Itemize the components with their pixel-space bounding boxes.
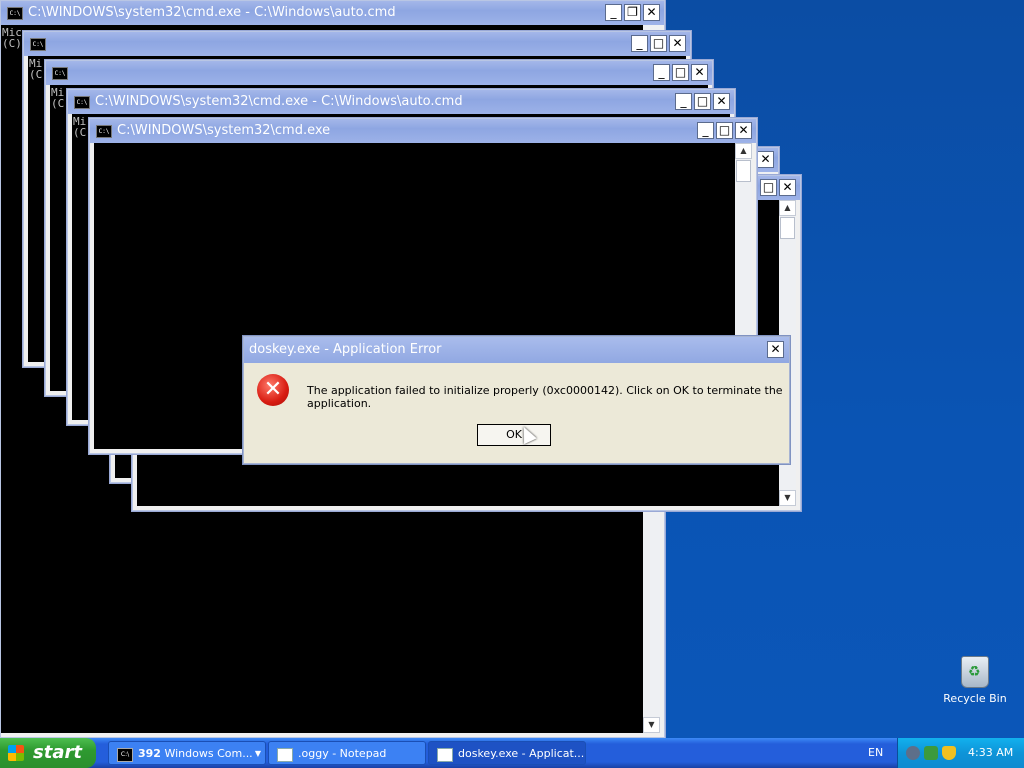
close-button[interactable]: ✕ xyxy=(691,64,708,81)
taskbar-button-cmd-group[interactable]: C:\ 392 Windows Com... ▼ xyxy=(108,741,266,765)
window-title: C:\WINDOWS\system32\cmd.exe - C:\Windows… xyxy=(95,94,463,109)
title-bar[interactable]: C:\ _ □ ✕ xyxy=(24,32,690,56)
close-button[interactable]: ✕ xyxy=(669,35,686,52)
cmd-icon: C:\ xyxy=(74,96,90,109)
cmd-icon: C:\ xyxy=(52,67,68,80)
scroll-down-arrow[interactable]: ▼ xyxy=(643,717,660,733)
taskbar-button-label: doskey.exe - Applicat... xyxy=(458,747,585,760)
console-line: (C xyxy=(51,97,65,110)
notepad-icon xyxy=(277,748,293,762)
taskbar-button-label: Windows Com... xyxy=(164,747,253,760)
window-controls: _ □ ✕ xyxy=(629,35,686,53)
error-icon: ✕ xyxy=(257,374,289,406)
start-button[interactable]: start xyxy=(0,738,96,768)
close-button[interactable]: ✕ xyxy=(713,93,730,110)
cmd-icon: C:\ xyxy=(30,38,46,51)
window-controls: _ □ ✕ xyxy=(651,64,708,82)
close-button[interactable]: ✕ xyxy=(735,122,752,139)
group-arrow-icon: ▼ xyxy=(254,749,261,758)
application-error-dialog[interactable]: doskey.exe - Application Error ✕ ✕ The a… xyxy=(243,336,790,464)
dialog-close-button[interactable]: ✕ xyxy=(767,341,784,358)
window-title: C:\WINDOWS\system32\cmd.exe - C:\Windows… xyxy=(28,5,396,20)
minimize-button[interactable]: _ xyxy=(605,4,622,21)
title-bar[interactable]: C:\ C:\WINDOWS\system32\cmd.exe - C:\Wind… xyxy=(68,90,734,114)
console-text: Mi (C xyxy=(29,58,42,80)
dialog-title-bar[interactable]: doskey.exe - Application Error xyxy=(244,337,789,363)
taskbar-button-label: .oggy - Notepad xyxy=(298,747,387,760)
recycle-bin-icon: ♻ xyxy=(961,656,989,688)
ok-button[interactable]: OK xyxy=(477,424,551,446)
console-text: Mi (C xyxy=(73,116,86,138)
dialog-title: doskey.exe - Application Error xyxy=(249,342,442,357)
scroll-up-arrow[interactable]: ▲ xyxy=(735,143,752,159)
taskbar-button-doskey[interactable]: doskey.exe - Applicat... xyxy=(428,741,586,765)
cmd-icon: C:\ xyxy=(117,748,133,762)
console-text: Mi (C xyxy=(51,87,64,109)
start-label: start xyxy=(33,742,82,763)
recycle-bin[interactable]: ♻ Recycle Bin xyxy=(940,656,1010,705)
window-controls: □ ✕ xyxy=(758,179,796,197)
close-button[interactable]: ✕ xyxy=(757,151,774,168)
volume-icon[interactable] xyxy=(906,746,920,760)
scroll-thumb[interactable] xyxy=(736,160,751,182)
minimize-button[interactable]: _ xyxy=(631,35,648,52)
console-line: (C) xyxy=(2,37,22,50)
maximize-button[interactable]: □ xyxy=(650,35,667,52)
minimize-button[interactable]: _ xyxy=(697,122,714,139)
minimize-button[interactable]: _ xyxy=(675,93,692,110)
security-shield-icon[interactable] xyxy=(942,746,956,760)
window-controls: _ □ ✕ xyxy=(695,122,752,140)
maximize-button[interactable]: □ xyxy=(694,93,711,110)
language-indicator[interactable]: EN xyxy=(868,738,883,768)
maximize-button[interactable]: □ xyxy=(760,179,777,196)
cmd-icon: C:\ xyxy=(96,125,112,138)
window-icon xyxy=(437,748,453,762)
title-bar[interactable]: C:\ _ □ ✕ xyxy=(46,61,712,85)
console-text: Mic (C) xyxy=(2,27,22,49)
scroll-down-arrow[interactable]: ▼ xyxy=(779,490,796,506)
windows-logo-icon xyxy=(8,745,24,761)
window-title: C:\WINDOWS\system32\cmd.exe xyxy=(117,123,331,138)
network-icon[interactable] xyxy=(924,746,938,760)
minimize-button[interactable]: _ xyxy=(653,64,670,81)
window-controls: _ ❐ ✕ xyxy=(603,4,660,22)
taskbar-button-notepad[interactable]: .oggy - Notepad xyxy=(268,741,426,765)
title-bar[interactable]: C:\ C:\WINDOWS\system32\cmd.exe _ □ ✕ xyxy=(90,119,756,143)
window-count: 392 xyxy=(138,747,161,760)
clock[interactable]: 4:33 AM xyxy=(968,738,1013,768)
close-button[interactable]: ✕ xyxy=(779,179,796,196)
close-button[interactable]: ✕ xyxy=(643,4,660,21)
error-message: The application failed to initialize pro… xyxy=(307,384,783,410)
system-tray: 4:33 AM xyxy=(897,738,1024,768)
scroll-thumb[interactable] xyxy=(780,217,795,239)
recycle-bin-label: Recycle Bin xyxy=(943,692,1007,705)
title-bar[interactable]: C:\ C:\WINDOWS\system32\cmd.exe - C:\Wind… xyxy=(1,1,664,25)
console-line: (C xyxy=(29,68,43,81)
taskbar: start C:\ 392 Windows Com... ▼ .oggy - No… xyxy=(0,738,1024,768)
window-controls: _ □ ✕ xyxy=(673,93,730,111)
restore-button[interactable]: ❐ xyxy=(624,4,641,21)
console-line: (C xyxy=(73,126,87,139)
maximize-button[interactable]: □ xyxy=(716,122,733,139)
scroll-up-arrow[interactable]: ▲ xyxy=(779,200,796,216)
window-controls: ✕ xyxy=(755,151,774,169)
cmd-icon: C:\ xyxy=(7,7,23,20)
maximize-button[interactable]: □ xyxy=(672,64,689,81)
